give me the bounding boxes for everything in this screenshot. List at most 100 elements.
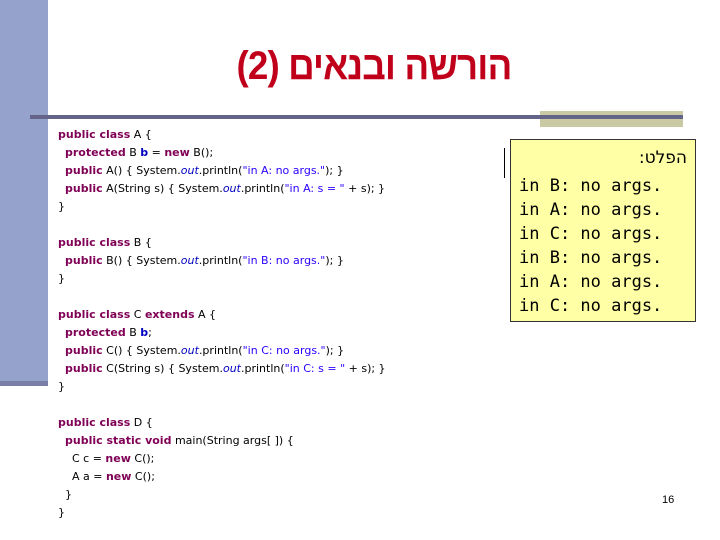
code-text: }: [58, 272, 65, 285]
code-text: C();: [131, 470, 155, 483]
code-line: public class C extends A {: [58, 306, 386, 324]
code-static-field: out: [222, 182, 241, 195]
accent-box: [540, 111, 683, 127]
code-text: }: [58, 488, 72, 501]
code-text: A(String s) { System.: [102, 182, 223, 195]
code-text: B: [125, 146, 141, 159]
output-line: in B: no args.: [519, 176, 663, 196]
code-text: + s); }: [344, 182, 386, 195]
page-number: 16: [662, 494, 675, 506]
code-keyword: public: [65, 362, 103, 375]
code-text: B();: [189, 146, 214, 159]
code-static-field: out: [180, 164, 199, 177]
code-keyword: public: [65, 164, 103, 177]
code-field: b: [140, 146, 149, 159]
code-text: .println(: [198, 344, 243, 357]
code-line: }: [58, 486, 386, 504]
code-text: ); }: [325, 254, 344, 267]
code-string: "in C: s = ": [284, 362, 346, 375]
code-text: }: [58, 506, 65, 519]
code-text: B: [125, 326, 141, 339]
code-text: A {: [130, 128, 152, 141]
code-text: C(String s) { System.: [102, 362, 223, 375]
code-line: public A(String s) { System.out.println(…: [58, 180, 386, 198]
text-cursor: [504, 148, 505, 178]
code-line: }: [58, 270, 386, 288]
code-text: ); }: [325, 344, 345, 357]
code-line: public A() { System.out.println("in A: n…: [58, 162, 386, 180]
code-text: B() { System.: [102, 254, 181, 267]
code-line: public class A {: [58, 126, 386, 144]
code-text: C: [130, 308, 145, 321]
output-line: in C: no args.: [519, 224, 663, 244]
code-line: public B() { System.out.println("in B: n…: [58, 252, 386, 270]
code-text: ;: [148, 326, 152, 339]
code-text: .println(: [198, 164, 243, 177]
code-text: .println(: [198, 254, 243, 267]
code-line: }: [58, 504, 386, 522]
code-text: ); }: [325, 164, 344, 177]
code-text: }: [58, 380, 65, 393]
sidebar-foot-decoration: [0, 381, 48, 386]
code-listing: public class A { protected B b = new B()…: [58, 126, 386, 522]
code-keyword: protected: [65, 146, 126, 159]
output-header: הפלט:: [638, 148, 687, 168]
code-line: public class D {: [58, 414, 386, 432]
code-text: }: [58, 200, 65, 213]
code-text: A {: [194, 308, 217, 321]
code-line: C c = new C();: [58, 450, 386, 468]
code-string: "in A: s = ": [284, 182, 345, 195]
code-line: }: [58, 378, 386, 396]
code-line: protected B b;: [58, 324, 386, 342]
code-text: =: [148, 146, 165, 159]
code-text: A() { System.: [102, 164, 181, 177]
code-line: public C() { System.out.println("in C: n…: [58, 342, 386, 360]
code-text: B {: [130, 236, 152, 249]
code-text: + s); }: [345, 362, 386, 375]
code-text: .println(: [240, 182, 285, 195]
code-keyword: public: [65, 254, 103, 267]
title-divider: [30, 115, 683, 119]
code-field: b: [140, 326, 149, 339]
code-keyword: extends: [144, 308, 195, 321]
code-keyword: new: [105, 470, 132, 483]
code-keyword: public class: [58, 308, 131, 321]
code-line: public static void main(String args[ ]) …: [58, 432, 386, 450]
code-string: "in B: no args.": [242, 254, 326, 267]
code-keyword: new: [164, 146, 190, 159]
code-text: A a =: [58, 470, 106, 483]
code-keyword: protected: [65, 326, 126, 339]
code-text: C();: [130, 452, 155, 465]
slide-title: הורשה ובנאים (2): [236, 44, 513, 88]
code-line: A a = new C();: [58, 468, 386, 486]
code-string: "in C: no args.": [242, 344, 326, 357]
code-static-field: out: [222, 362, 241, 375]
output-line: in C: no args.: [519, 296, 663, 316]
code-keyword: public class: [58, 416, 131, 429]
code-keyword: public: [65, 344, 103, 357]
code-static-field: out: [180, 254, 199, 267]
output-line: in A: no args.: [519, 200, 663, 220]
code-keyword: public class: [58, 236, 131, 249]
code-text: C() { System.: [102, 344, 181, 357]
code-text: C c =: [58, 452, 106, 465]
code-keyword: public class: [58, 128, 131, 141]
code-text: D {: [130, 416, 153, 429]
output-line: in A: no args.: [519, 272, 663, 292]
code-string: "in A: no args.": [242, 164, 326, 177]
code-keyword: new: [105, 452, 131, 465]
code-keyword: public static void: [65, 434, 172, 447]
code-static-field: out: [180, 344, 199, 357]
code-keyword: public: [65, 182, 103, 195]
